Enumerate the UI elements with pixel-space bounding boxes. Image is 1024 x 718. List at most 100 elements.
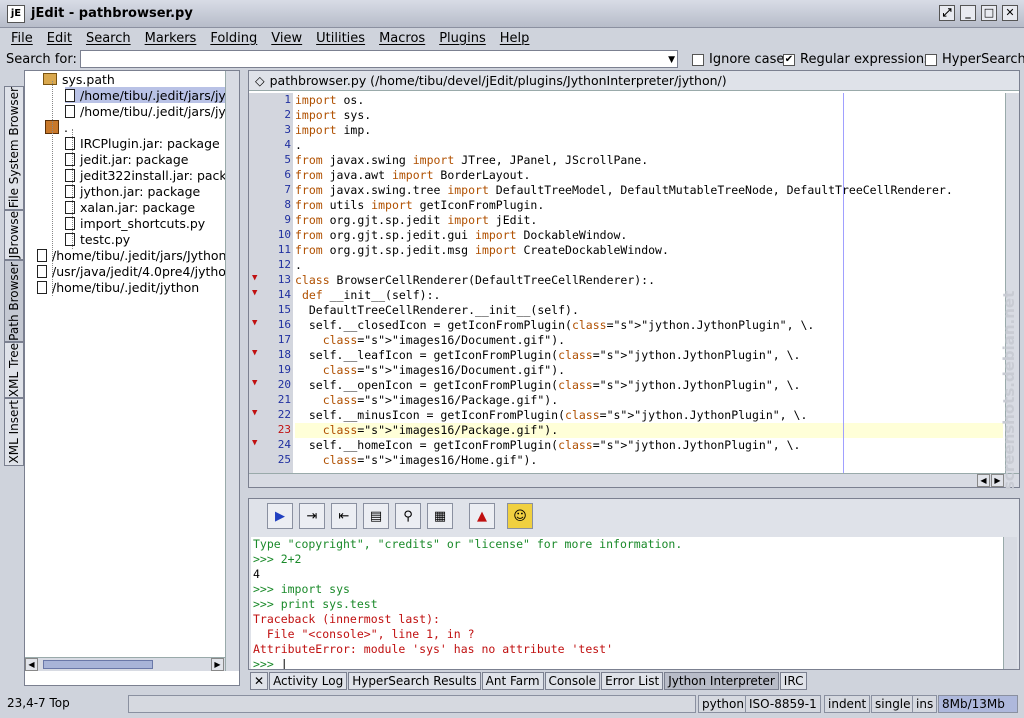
code-line[interactable]: import imp. [295,123,1003,138]
encoding-status[interactable]: ISO-8859-1 [745,695,821,713]
fold-triangle-icon[interactable]: ▼ [252,438,257,448]
tab-xml-insert[interactable]: XML Insert [4,398,24,466]
scroll-right-icon[interactable]: ▶ [211,658,224,671]
menu-help[interactable]: Help [493,31,537,46]
package-icon[interactable]: ▦ [427,503,453,529]
code-line[interactable]: import os. [295,93,1003,108]
tab-path-browser[interactable]: Path Browser [4,260,24,342]
tree-horizontal-scrollbar[interactable]: ◀ ▶ [25,657,225,671]
tree-node[interactable]: . [45,119,68,135]
code-line[interactable]: from utils import getIconFromPlugin. [295,198,1003,213]
regex-checkbox[interactable]: ✔ Regular expressions [783,52,931,67]
tab-jython-interpreter[interactable]: Jython Interpreter [664,672,779,690]
insert-mode-status[interactable]: ins [912,695,938,713]
scroll-left-icon[interactable]: ◀ [25,658,38,671]
fold-triangle-icon[interactable]: ▼ [252,273,257,283]
code-line[interactable]: class="s">"images16/Document.gif"). [295,363,1003,378]
menu-folding[interactable]: Folding [203,31,264,46]
tab-hypersearch-results[interactable]: HyperSearch Results [348,672,481,690]
tab-jbrowse[interactable]: JBrowse [4,210,24,260]
gutter[interactable]: 1 2 3 4 5 6 7 8 9 10 11 12 13 ▼ 14 ▼ 15 16 ▼ 17 18 ▼ 19 20 ▼ 21 22… [249,93,293,473]
fold-triangle-icon[interactable]: ▼ [252,408,257,418]
menu-edit[interactable]: Edit [40,31,79,46]
tree-node[interactable]: sys.path [43,71,115,87]
code-line[interactable]: from javax.swing.tree import DefaultTree… [295,183,1003,198]
close-dock-icon[interactable]: ✕ [250,672,269,690]
export-icon[interactable]: ⇤ [331,503,357,529]
code-line[interactable]: def __init__(self):. [295,288,1003,303]
code-line[interactable]: class BrowserCellRenderer(DefaultTreeCel… [295,273,1003,288]
tab-console[interactable]: Console [544,672,601,690]
editor-horizontal-scrollbar[interactable]: ◀ ▶ [249,473,1019,487]
tree-node[interactable]: import_shortcuts.py [65,215,205,231]
code-line[interactable]: class="s">"images16/Document.gif"). [295,333,1003,348]
tree-node[interactable]: /usr/java/jedit/4.0pre4/jytho [37,263,226,279]
tab-ant-farm[interactable]: Ant Farm [481,672,544,690]
face-icon[interactable]: ☺ [507,503,533,529]
regex-check-icon[interactable]: ✔ [783,53,795,66]
hypersearch-box[interactable] [925,53,937,66]
code-line[interactable]: import sys. [295,108,1003,123]
ignore-case-box[interactable] [692,53,704,66]
menu-utilities[interactable]: Utilities [309,31,372,46]
selection-mode-status[interactable]: single [871,695,915,713]
tab-error-list[interactable]: Error List [601,672,664,690]
code-line[interactable]: from org.gjt.sp.jedit import jEdit. [295,213,1003,228]
console-output[interactable]: Type "copyright", "credits" or "license"… [251,537,1003,669]
indent-status[interactable]: indent [824,695,871,713]
menu-markers[interactable]: Markers [138,31,204,46]
tree-node[interactable]: /home/tibu/.jedit/jars/jython [65,103,239,119]
tab-xml-tree[interactable]: XML Tree [4,342,24,398]
hypersearch-checkbox[interactable]: HyperSearch [925,52,1024,67]
code-line[interactable]: class="s">"images16/Package.gif"). [295,423,1003,438]
close-icon[interactable]: ✕ [1002,5,1018,21]
tree-vertical-scrollbar[interactable] [225,71,239,671]
tab-file-system-browser[interactable]: File System Browser [4,86,24,210]
tree-node[interactable]: xalan.jar: package [65,199,195,215]
tree-icon[interactable]: ⚲ [395,503,421,529]
jython-icon[interactable]: ▲ [469,503,495,529]
menu-plugins[interactable]: Plugins [432,31,493,46]
menu-macros[interactable]: Macros [372,31,432,46]
fold-triangle-icon[interactable]: ▼ [252,288,257,298]
code-line[interactable]: from java.awt import BorderLayout. [295,168,1003,183]
code-line[interactable]: class="s">"images16/Home.gif"). [295,453,1003,468]
fold-triangle-icon[interactable]: ▼ [252,378,257,388]
float-window-icon[interactable]: ⤢ [939,5,955,21]
tree-scroll-thumb[interactable] [43,660,153,669]
code-view[interactable]: import os. import sys. import imp.. from ja… [295,93,1003,473]
ignore-case-checkbox[interactable]: Ignore case [692,52,784,67]
memory-status[interactable]: 8Mb/13Mb [938,695,1018,713]
buffer-header[interactable]: ◇ pathbrowser.py (/home/tibu/devel/jEdit… [249,71,1019,91]
maximize-icon[interactable]: □ [981,5,997,21]
menu-search[interactable]: Search [79,31,138,46]
console-vertical-scrollbar[interactable] [1003,537,1017,669]
code-line[interactable]: from org.gjt.sp.jedit.gui import Dockabl… [295,228,1003,243]
edit-mode-status[interactable]: python [698,695,748,713]
tree-node[interactable]: jedit322install.jar: package [65,167,239,183]
code-line[interactable]: from org.gjt.sp.jedit.msg import CreateD… [295,243,1003,258]
run-icon[interactable]: ▶ [267,503,293,529]
menu-view[interactable]: View [264,31,309,46]
code-line[interactable]: self.__minusIcon = getIconFromPlugin(cla… [295,408,1003,423]
import-icon[interactable]: ⇥ [299,503,325,529]
tab-irc[interactable]: IRC [779,672,808,690]
tree-node[interactable]: jedit.jar: package [65,151,188,167]
menu-file[interactable]: File [4,31,40,46]
code-line[interactable]: self.__homeIcon = getIconFromPlugin(clas… [295,438,1003,453]
code-line[interactable]: from javax.swing import JTree, JPanel, J… [295,153,1003,168]
tree-node[interactable]: /home/tibu/.jedit/jars/Jython [37,247,226,263]
scroll-left-icon[interactable]: ◀ [977,474,990,487]
code-line[interactable]: DefaultTreeCellRenderer.__init__(self). [295,303,1003,318]
code-line[interactable]: class="s">"images16/Package.gif"). [295,393,1003,408]
chevron-down-icon[interactable]: ▼ [668,55,675,65]
tree-node[interactable]: /home/tibu/.jedit/jython [37,279,199,295]
tree-node[interactable]: /home/tibu/.jedit/jars/jython [65,87,239,103]
code-line[interactable]: self.__closedIcon = getIconFromPlugin(cl… [295,318,1003,333]
tab-activity-log[interactable]: Activity Log [269,672,348,690]
tree-node[interactable]: jython.jar: package [65,183,200,199]
code-line[interactable]: . [295,138,1003,153]
minimize-icon[interactable]: _ [960,5,976,21]
code-line[interactable]: self.__openIcon = getIconFromPlugin(clas… [295,378,1003,393]
tree-node[interactable]: IRCPlugin.jar: package [65,135,220,151]
